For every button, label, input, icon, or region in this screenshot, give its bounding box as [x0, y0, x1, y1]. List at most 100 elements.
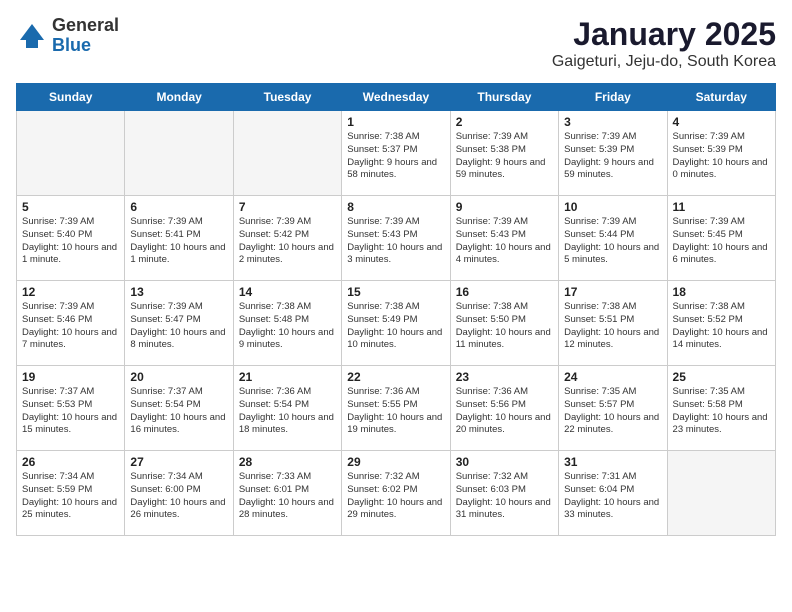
- calendar-cell: 6 Sunrise: 7:39 AM Sunset: 5:41 PM Daylig…: [125, 196, 233, 281]
- logo-icon: [16, 20, 48, 52]
- logo: General Blue: [16, 16, 119, 56]
- calendar-cell: 5 Sunrise: 7:39 AM Sunset: 5:40 PM Daylig…: [17, 196, 125, 281]
- day-number: 25: [673, 370, 770, 384]
- cell-content: Sunrise: 7:36 AM Sunset: 5:54 PM Dayligh…: [239, 386, 336, 437]
- day-number: 17: [564, 285, 661, 299]
- day-number: 31: [564, 455, 661, 469]
- calendar-cell: 25 Sunrise: 7:35 AM Sunset: 5:58 PM Dayli…: [667, 366, 775, 451]
- col-header-sunday: Sunday: [17, 84, 125, 111]
- cell-content: Sunrise: 7:39 AM Sunset: 5:39 PM Dayligh…: [673, 131, 770, 182]
- cell-content: Sunrise: 7:32 AM Sunset: 6:02 PM Dayligh…: [347, 471, 444, 522]
- day-number: 11: [673, 200, 770, 214]
- calendar-cell: 28 Sunrise: 7:33 AM Sunset: 6:01 PM Dayli…: [233, 451, 341, 536]
- cell-content: Sunrise: 7:34 AM Sunset: 6:00 PM Dayligh…: [130, 471, 227, 522]
- calendar-cell: 1Sunrise: 7:38 AM Sunset: 5:37 PM Daylig…: [342, 111, 450, 196]
- header-row: SundayMondayTuesdayWednesdayThursdayFrid…: [17, 84, 776, 111]
- calendar-cell: 24 Sunrise: 7:35 AM Sunset: 5:57 PM Dayli…: [559, 366, 667, 451]
- cell-content: Sunrise: 7:39 AM Sunset: 5:40 PM Dayligh…: [22, 216, 119, 267]
- page-header: General Blue January 2025 Gaigeturi, Jej…: [16, 16, 776, 71]
- col-header-friday: Friday: [559, 84, 667, 111]
- calendar-cell: 16 Sunrise: 7:38 AM Sunset: 5:50 PM Dayli…: [450, 281, 558, 366]
- cell-content: Sunrise: 7:38 AM Sunset: 5:51 PM Dayligh…: [564, 301, 661, 352]
- day-number: 27: [130, 455, 227, 469]
- cell-content: Sunrise: 7:35 AM Sunset: 5:57 PM Dayligh…: [564, 386, 661, 437]
- calendar-cell: 9 Sunrise: 7:39 AM Sunset: 5:43 PM Daylig…: [450, 196, 558, 281]
- day-number: 29: [347, 455, 444, 469]
- calendar-cell: 30Sunrise: 7:32 AM Sunset: 6:03 PM Dayli…: [450, 451, 558, 536]
- calendar-cell: 29 Sunrise: 7:32 AM Sunset: 6:02 PM Dayli…: [342, 451, 450, 536]
- day-number: 12: [22, 285, 119, 299]
- calendar-cell: [233, 111, 341, 196]
- cell-content: Sunrise: 7:39 AM Sunset: 5:43 PM Dayligh…: [347, 216, 444, 267]
- cell-content: Sunrise: 7:34 AM Sunset: 5:59 PM Dayligh…: [22, 471, 119, 522]
- day-number: 8: [347, 200, 444, 214]
- cell-content: Sunrise: 7:36 AM Sunset: 5:55 PM Dayligh…: [347, 386, 444, 437]
- day-number: 28: [239, 455, 336, 469]
- week-row-2: 5 Sunrise: 7:39 AM Sunset: 5:40 PM Daylig…: [17, 196, 776, 281]
- cell-content: Sunrise: 7:38 AM Sunset: 5:49 PM Dayligh…: [347, 301, 444, 352]
- logo-general-text: General: [52, 16, 119, 36]
- calendar-cell: 10Sunrise: 7:39 AM Sunset: 5:44 PM Dayli…: [559, 196, 667, 281]
- calendar-cell: [667, 451, 775, 536]
- calendar-cell: 15 Sunrise: 7:38 AM Sunset: 5:49 PM Dayli…: [342, 281, 450, 366]
- cell-content: Sunrise: 7:33 AM Sunset: 6:01 PM Dayligh…: [239, 471, 336, 522]
- calendar-cell: 23Sunrise: 7:36 AM Sunset: 5:56 PM Dayli…: [450, 366, 558, 451]
- cell-content: Sunrise: 7:39 AM Sunset: 5:47 PM Dayligh…: [130, 301, 227, 352]
- day-number: 24: [564, 370, 661, 384]
- day-number: 5: [22, 200, 119, 214]
- calendar-cell: 21 Sunrise: 7:36 AM Sunset: 5:54 PM Dayli…: [233, 366, 341, 451]
- day-number: 26: [22, 455, 119, 469]
- week-row-1: 1Sunrise: 7:38 AM Sunset: 5:37 PM Daylig…: [17, 111, 776, 196]
- logo-blue-text: Blue: [52, 36, 119, 56]
- calendar-cell: 19 Sunrise: 7:37 AM Sunset: 5:53 PM Dayli…: [17, 366, 125, 451]
- week-row-3: 12 Sunrise: 7:39 AM Sunset: 5:46 PM Dayli…: [17, 281, 776, 366]
- cell-content: Sunrise: 7:39 AM Sunset: 5:41 PM Dayligh…: [130, 216, 227, 267]
- calendar-cell: 13Sunrise: 7:39 AM Sunset: 5:47 PM Dayli…: [125, 281, 233, 366]
- calendar-cell: 7Sunrise: 7:39 AM Sunset: 5:42 PM Daylig…: [233, 196, 341, 281]
- day-number: 23: [456, 370, 553, 384]
- day-number: 2: [456, 115, 553, 129]
- day-number: 20: [130, 370, 227, 384]
- day-number: 9: [456, 200, 553, 214]
- cell-content: Sunrise: 7:39 AM Sunset: 5:44 PM Dayligh…: [564, 216, 661, 267]
- day-number: 3: [564, 115, 661, 129]
- day-number: 14: [239, 285, 336, 299]
- calendar-cell: [125, 111, 233, 196]
- calendar-cell: 17 Sunrise: 7:38 AM Sunset: 5:51 PM Dayli…: [559, 281, 667, 366]
- calendar-cell: 31Sunrise: 7:31 AM Sunset: 6:04 PM Dayli…: [559, 451, 667, 536]
- day-number: 4: [673, 115, 770, 129]
- cell-content: Sunrise: 7:39 AM Sunset: 5:39 PM Dayligh…: [564, 131, 661, 182]
- col-header-thursday: Thursday: [450, 84, 558, 111]
- calendar-cell: 11Sunrise: 7:39 AM Sunset: 5:45 PM Dayli…: [667, 196, 775, 281]
- col-header-tuesday: Tuesday: [233, 84, 341, 111]
- day-number: 6: [130, 200, 227, 214]
- day-number: 15: [347, 285, 444, 299]
- calendar-table: SundayMondayTuesdayWednesdayThursdayFrid…: [16, 83, 776, 536]
- calendar-cell: 12 Sunrise: 7:39 AM Sunset: 5:46 PM Dayli…: [17, 281, 125, 366]
- day-number: 21: [239, 370, 336, 384]
- col-header-saturday: Saturday: [667, 84, 775, 111]
- col-header-wednesday: Wednesday: [342, 84, 450, 111]
- cell-content: Sunrise: 7:38 AM Sunset: 5:50 PM Dayligh…: [456, 301, 553, 352]
- day-number: 19: [22, 370, 119, 384]
- calendar-cell: 22Sunrise: 7:36 AM Sunset: 5:55 PM Dayli…: [342, 366, 450, 451]
- calendar-title: January 2025: [552, 16, 776, 53]
- calendar-cell: 4 Sunrise: 7:39 AM Sunset: 5:39 PM Daylig…: [667, 111, 775, 196]
- cell-content: Sunrise: 7:39 AM Sunset: 5:46 PM Dayligh…: [22, 301, 119, 352]
- day-number: 30: [456, 455, 553, 469]
- cell-content: Sunrise: 7:39 AM Sunset: 5:43 PM Dayligh…: [456, 216, 553, 267]
- cell-content: Sunrise: 7:37 AM Sunset: 5:54 PM Dayligh…: [130, 386, 227, 437]
- week-row-5: 26 Sunrise: 7:34 AM Sunset: 5:59 PM Dayli…: [17, 451, 776, 536]
- day-number: 16: [456, 285, 553, 299]
- cell-content: Sunrise: 7:37 AM Sunset: 5:53 PM Dayligh…: [22, 386, 119, 437]
- calendar-cell: 26 Sunrise: 7:34 AM Sunset: 5:59 PM Dayli…: [17, 451, 125, 536]
- calendar-cell: 3 Sunrise: 7:39 AM Sunset: 5:39 PM Daylig…: [559, 111, 667, 196]
- day-number: 18: [673, 285, 770, 299]
- week-row-4: 19 Sunrise: 7:37 AM Sunset: 5:53 PM Dayli…: [17, 366, 776, 451]
- calendar-subtitle: Gaigeturi, Jeju-do, South Korea: [552, 53, 776, 71]
- day-number: 7: [239, 200, 336, 214]
- calendar-cell: 8 Sunrise: 7:39 AM Sunset: 5:43 PM Daylig…: [342, 196, 450, 281]
- calendar-cell: 20 Sunrise: 7:37 AM Sunset: 5:54 PM Dayli…: [125, 366, 233, 451]
- cell-content: Sunrise: 7:38 AM Sunset: 5:52 PM Dayligh…: [673, 301, 770, 352]
- cell-content: Sunrise: 7:35 AM Sunset: 5:58 PM Dayligh…: [673, 386, 770, 437]
